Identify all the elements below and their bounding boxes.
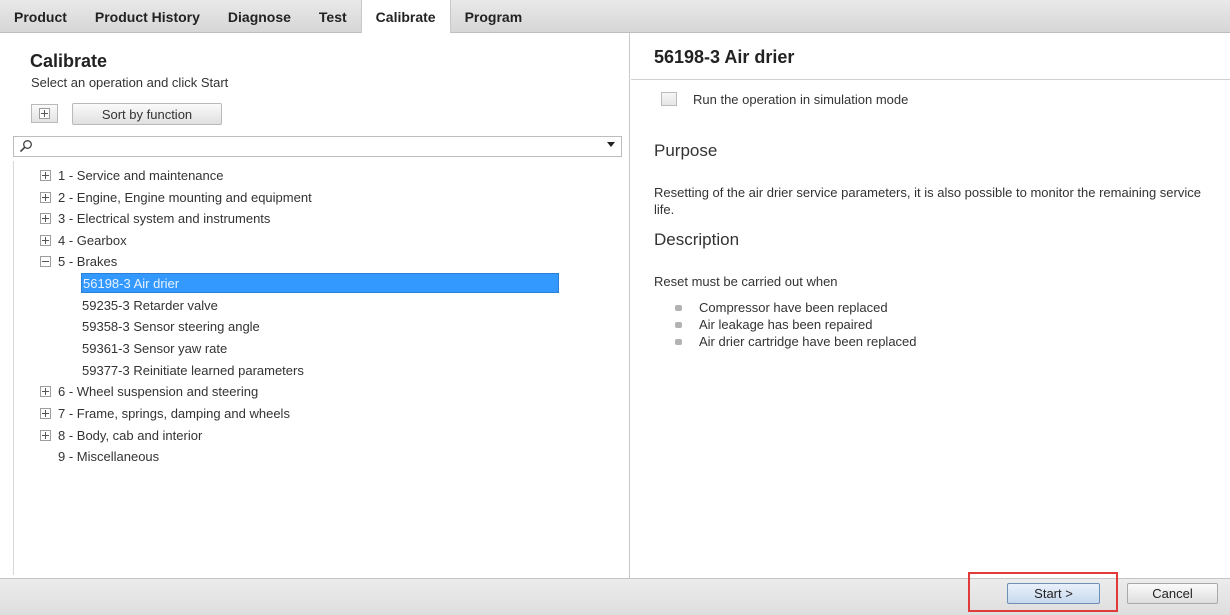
operation-tree: 1 - Service and maintenance 2 - Engine, … — [13, 161, 622, 575]
tree-node-2[interactable]: 2 - Engine, Engine mounting and equipmen… — [40, 187, 312, 207]
tab-program[interactable]: Program — [451, 0, 537, 33]
operation-title: 56198-3 Air drier — [654, 47, 795, 67]
tree-node-label: 1 - Service and maintenance — [58, 167, 224, 183]
expand-plus-icon[interactable] — [40, 407, 51, 419]
plus-box-icon — [39, 108, 50, 119]
bullet-icon — [675, 338, 682, 345]
cancel-button[interactable]: Cancel — [1127, 583, 1218, 604]
operation-details-pane: 56198-3 Air drier Run the operation in s… — [631, 33, 1230, 578]
chevron-down-icon[interactable] — [607, 142, 615, 147]
tree-node-label: 5 - Brakes — [58, 253, 118, 269]
tree-node-label: 7 - Frame, springs, damping and wheels — [58, 405, 290, 421]
expand-plus-icon[interactable] — [40, 191, 51, 203]
expand-plus-icon[interactable] — [40, 234, 51, 246]
list-item: Air drier cartridge have been replaced — [675, 334, 917, 349]
tree-node-4[interactable]: 4 - Gearbox — [40, 230, 127, 250]
tab-product-history[interactable]: Product History — [81, 0, 214, 33]
expand-plus-icon[interactable] — [40, 212, 51, 224]
pane-subtitle: Select an operation and click Start — [31, 75, 229, 90]
tree-node-8[interactable]: 8 - Body, cab and interior — [40, 425, 202, 445]
tree-node-9[interactable]: 9 - Miscellaneous — [58, 446, 159, 466]
tree-leaf-reinitiate-learned-parameters[interactable]: 59377-3 Reinitiate learned parameters — [82, 360, 304, 380]
tree-leaf-sensor-yaw-rate[interactable]: 59361-3 Sensor yaw rate — [82, 338, 227, 358]
tree-node-label: 4 - Gearbox — [58, 232, 127, 248]
tree-node-label: 9 - Miscellaneous — [58, 448, 160, 464]
tab-diagnose[interactable]: Diagnose — [214, 0, 305, 33]
description-intro: Reset must be carried out when — [654, 274, 838, 289]
list-item: Compressor have been replaced — [675, 300, 888, 315]
operation-list-pane: Calibrate Select an operation and click … — [0, 33, 630, 578]
collapse-minus-icon[interactable] — [40, 255, 51, 267]
tab-test[interactable]: Test — [305, 0, 361, 33]
tree-node-5[interactable]: 5 - Brakes — [40, 251, 117, 271]
bullet-icon — [675, 321, 682, 328]
tree-node-label: 3 - Electrical system and instruments — [58, 210, 271, 226]
tab-product[interactable]: Product — [0, 0, 81, 33]
expand-plus-icon[interactable] — [40, 169, 51, 181]
start-button[interactable]: Start > — [1007, 583, 1100, 604]
sort-by-function-button[interactable]: Sort by function — [72, 103, 222, 125]
expand-plus-icon[interactable] — [40, 429, 51, 441]
magnifier-icon — [19, 139, 33, 153]
tree-node-1[interactable]: 1 - Service and maintenance — [40, 165, 223, 185]
tree-node-label: 8 - Body, cab and interior — [58, 427, 203, 443]
divider — [631, 79, 1230, 80]
simulation-checkbox[interactable] — [661, 92, 677, 106]
purpose-text: Resetting of the air drier service param… — [654, 185, 1201, 217]
tree-node-7[interactable]: 7 - Frame, springs, damping and wheels — [40, 403, 290, 423]
tree-leaf-retarder-valve[interactable]: 59235-3 Retarder valve — [82, 295, 218, 315]
expand-plus-icon[interactable] — [40, 385, 51, 397]
pane-title: Calibrate — [30, 51, 108, 71]
bullet-icon — [675, 304, 682, 311]
expand-all-button[interactable] — [31, 104, 58, 123]
tree-node-label: 2 - Engine, Engine mounting and equipmen… — [58, 189, 312, 205]
purpose-heading: Purpose — [654, 141, 718, 160]
tree-node-3[interactable]: 3 - Electrical system and instruments — [40, 208, 270, 228]
list-item: Air leakage has been repaired — [675, 317, 872, 332]
description-heading: Description — [654, 230, 740, 249]
tree-leaf-air-drier[interactable]: 56198-3 Air drier — [81, 273, 559, 293]
tree-node-6[interactable]: 6 - Wheel suspension and steering — [40, 381, 258, 401]
tree-leaf-sensor-steering-angle[interactable]: 59358-3 Sensor steering angle — [82, 316, 260, 336]
tree-node-label: 6 - Wheel suspension and steering — [58, 383, 259, 399]
tab-calibrate[interactable]: Calibrate — [360, 0, 451, 34]
simulation-label[interactable]: Run the operation in simulation mode — [693, 92, 908, 107]
search-combobox[interactable] — [13, 136, 622, 157]
tab-bar: Product Product History Diagnose Test Ca… — [0, 0, 1230, 34]
